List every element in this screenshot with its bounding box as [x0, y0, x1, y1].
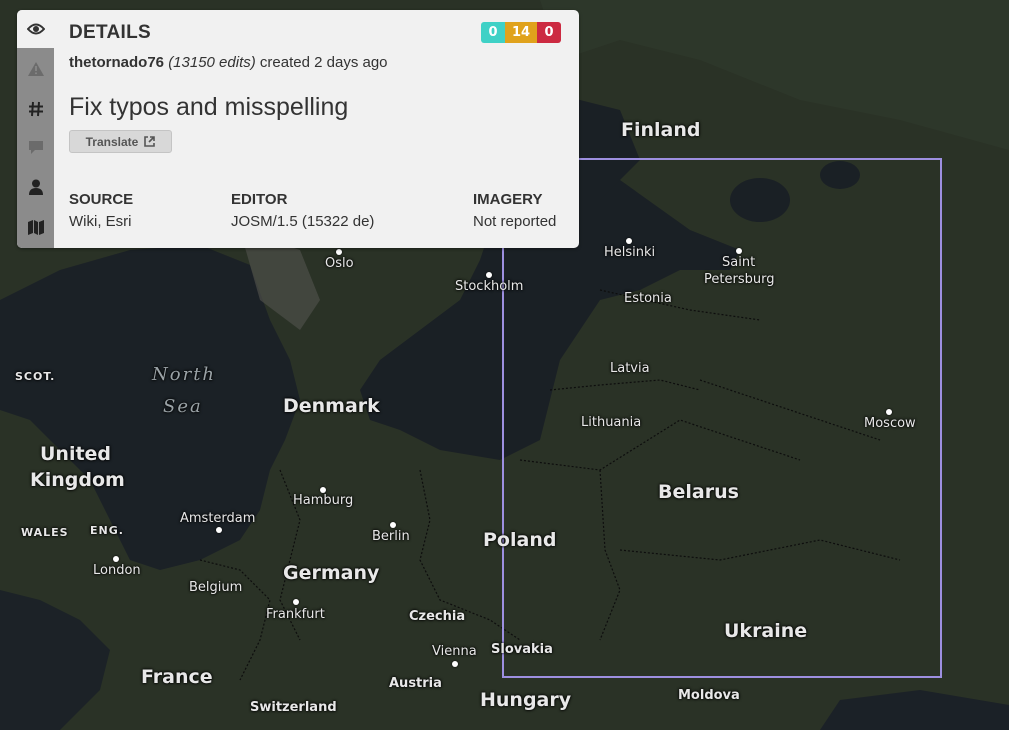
label-moldova: Moldova — [678, 688, 740, 703]
details-content: DETAILS 0 14 0 thetornado76 (13150 edits… — [69, 10, 579, 248]
label-belgium: Belgium — [189, 580, 243, 595]
label-north: North — [152, 364, 217, 385]
city-dot-vienna — [452, 661, 458, 667]
tab-details[interactable] — [17, 10, 54, 48]
label-oslo: Oslo — [325, 256, 354, 271]
tab-discussion[interactable] — [17, 128, 54, 166]
label-belarus: Belarus — [658, 481, 739, 503]
label-poland: Poland — [483, 529, 557, 551]
user-edit-count: (13150 edits) — [168, 54, 256, 71]
warning-icon — [27, 62, 44, 76]
changeset-details-panel: DETAILS 0 14 0 thetornado76 (13150 edits… — [17, 10, 579, 248]
modify-count-badge: 14 — [505, 22, 537, 43]
label-helsinki: Helsinki — [604, 245, 656, 260]
translate-button[interactable]: Translate — [69, 130, 172, 153]
eye-icon — [26, 23, 45, 35]
changeset-comment: Fix typos and misspelling — [69, 93, 349, 121]
imagery-label: IMAGERY — [473, 191, 543, 208]
label-hamburg: Hamburg — [293, 493, 354, 508]
delete-count-badge: 0 — [537, 22, 561, 43]
tab-map[interactable] — [17, 208, 54, 246]
label-france: France — [141, 666, 213, 688]
label-petersburg: Petersburg — [704, 272, 775, 287]
label-ukraine: Ukraine — [724, 620, 808, 642]
external-link-icon — [144, 136, 156, 147]
label-czechia: Czechia — [409, 609, 466, 624]
city-dot-stockholm — [486, 272, 492, 278]
label-germany: Germany — [283, 562, 380, 584]
label-moscow: Moscow — [864, 416, 916, 431]
label-london: London — [93, 563, 141, 578]
label-hungary: Hungary — [480, 689, 572, 711]
label-frankfurt: Frankfurt — [266, 607, 325, 622]
panel-tab-bar — [17, 10, 54, 248]
city-dot-saint-petersburg — [736, 248, 742, 254]
label-united: United — [40, 443, 112, 465]
create-count-badge: 0 — [481, 22, 505, 43]
label-finland: Finland — [621, 119, 701, 141]
editor-label: EDITOR — [231, 191, 288, 208]
city-dot-oslo — [336, 249, 342, 255]
city-dot-amsterdam — [216, 527, 222, 533]
label-amsterdam: Amsterdam — [180, 511, 256, 526]
source-column: SOURCE Wiki, Esri — [69, 191, 133, 230]
comment-icon — [28, 140, 43, 154]
source-value: Wiki, Esri — [69, 213, 132, 230]
label-estonia: Estonia — [624, 291, 672, 306]
created-time: created 2 days ago — [259, 54, 388, 71]
label-scot: SCOT. — [15, 370, 56, 383]
city-dot-helsinki — [626, 238, 632, 244]
change-counts: 0 14 0 — [481, 22, 561, 43]
user-link[interactable]: thetornado76 — [69, 54, 164, 71]
tab-user[interactable] — [17, 168, 54, 206]
label-austria: Austria — [389, 676, 442, 691]
label-stockholm: Stockholm — [455, 279, 524, 294]
tab-tags[interactable] — [17, 90, 54, 128]
imagery-column: IMAGERY Not reported — [473, 191, 556, 230]
editor-column: EDITOR JOSM/1.5 (15322 de) — [231, 191, 374, 230]
city-dot-berlin — [390, 522, 396, 528]
source-label: SOURCE — [69, 191, 134, 208]
label-saint: Saint — [722, 255, 756, 270]
city-dot-moscow — [886, 409, 892, 415]
label-slovakia: Slovakia — [491, 642, 553, 657]
label-sea: Sea — [163, 396, 203, 417]
label-latvia: Latvia — [610, 361, 650, 376]
label-wales: WALES — [21, 526, 69, 539]
translate-label: Translate — [85, 134, 139, 149]
editor-value: JOSM/1.5 (15322 de) — [231, 213, 375, 230]
label-denmark: Denmark — [283, 395, 380, 417]
user-icon — [28, 179, 43, 195]
label-kingdom: Kingdom — [30, 469, 125, 491]
imagery-value: Not reported — [473, 213, 557, 230]
label-eng: ENG. — [90, 524, 124, 537]
map-icon — [27, 219, 44, 235]
label-vienna: Vienna — [432, 644, 477, 659]
changeset-meta: thetornado76 (13150 edits) created 2 day… — [69, 54, 388, 71]
hash-icon — [28, 101, 43, 117]
tab-warnings[interactable] — [17, 50, 54, 88]
panel-title: DETAILS — [69, 22, 151, 43]
label-berlin: Berlin — [372, 529, 410, 544]
label-switzerland: Switzerland — [250, 700, 337, 715]
city-dot-frankfurt — [293, 599, 299, 605]
city-dot-london — [113, 556, 119, 562]
label-lithuania: Lithuania — [581, 415, 642, 430]
